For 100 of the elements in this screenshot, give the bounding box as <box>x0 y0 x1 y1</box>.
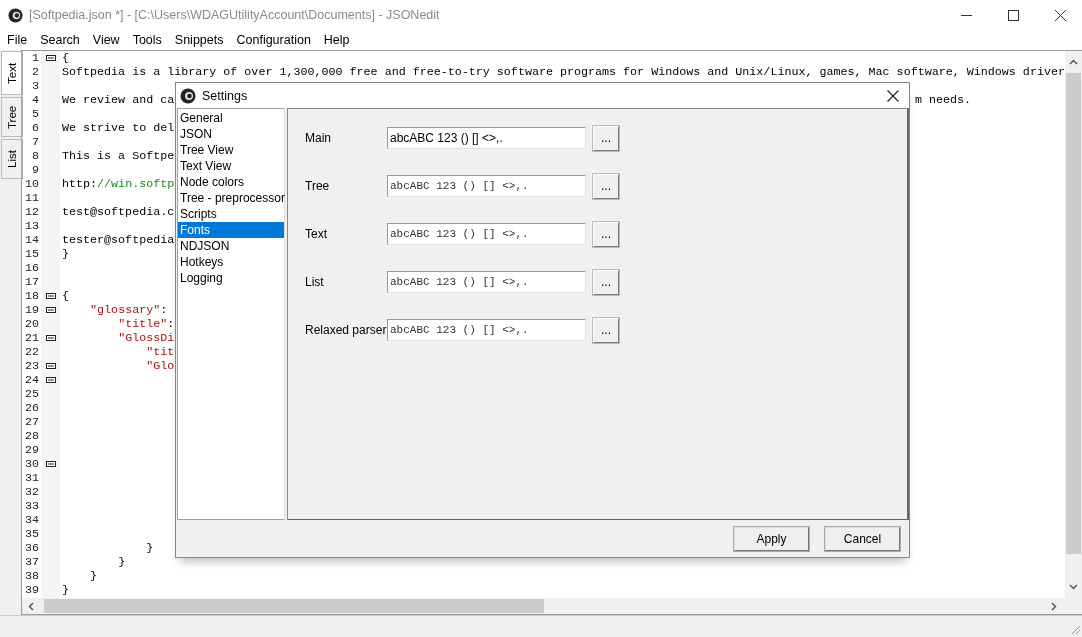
menu-item[interactable]: Snippets <box>174 33 224 47</box>
line-number: 13 <box>23 219 40 233</box>
url-text: //win.softp <box>97 177 175 191</box>
font-sample-field[interactable]: abcABC 123 () [] <>,. <box>387 319 586 341</box>
font-label: Main <box>305 131 332 145</box>
browse-button[interactable]: ... <box>593 173 619 199</box>
json-key: "title" <box>118 317 168 331</box>
line-number: 8 <box>31 149 40 163</box>
dialog-button[interactable]: Apply <box>734 526 809 551</box>
line-number: 29 <box>23 443 40 457</box>
line-number: 27 <box>23 415 40 429</box>
category-item[interactable]: Scripts <box>178 206 284 222</box>
category-item[interactable]: Hotkeys <box>178 254 284 270</box>
fold-icon[interactable] <box>45 307 56 313</box>
category-item[interactable]: General <box>178 110 284 126</box>
line-number: 23 <box>23 359 40 373</box>
line-number: 31 <box>23 471 40 485</box>
menu-item[interactable]: File <box>7 33 28 47</box>
view-tab[interactable]: Tree <box>1 97 23 137</box>
line-number: 35 <box>23 527 40 541</box>
line-number: 10 <box>23 177 40 191</box>
dialog-button[interactable]: Cancel <box>825 526 900 551</box>
scroll-thumb[interactable] <box>44 599 544 613</box>
json-key: "glossary" <box>90 303 161 317</box>
browse-button[interactable]: ... <box>593 269 619 295</box>
scroll-down-icon[interactable] <box>1069 584 1078 590</box>
browse-button[interactable]: ... <box>593 317 619 343</box>
menu-item[interactable]: Help <box>323 33 350 47</box>
line-number: 33 <box>23 499 40 513</box>
code-text: We strive to del <box>62 121 175 135</box>
code-text: } <box>146 541 154 555</box>
window-title: [Softpedia.json *] - [C:\Users\WDAGUtilityAccount\Documents] - JSONedit <box>29 8 440 22</box>
code-text: } <box>90 569 98 583</box>
line-number: 26 <box>23 401 40 415</box>
line-number: 34 <box>23 513 40 527</box>
line-number: 9 <box>31 163 40 177</box>
line-number: 4 <box>31 93 40 107</box>
category-item[interactable]: Node colors <box>178 174 284 190</box>
font-label: Relaxed parser <box>305 323 387 337</box>
code-text: } <box>62 583 69 597</box>
fold-icon[interactable] <box>45 55 56 61</box>
menu-item[interactable]: View <box>92 33 120 47</box>
menu-item[interactable]: Search <box>40 33 80 47</box>
category-item[interactable]: Fonts <box>178 222 284 238</box>
line-number: 2 <box>31 65 40 79</box>
line-number: 19 <box>23 303 40 317</box>
line-number: 11 <box>23 191 40 205</box>
font-sample-field[interactable]: abcABC 123 () [] <>,. <box>387 175 586 197</box>
code-text: } <box>62 247 69 261</box>
category-item[interactable]: NDJSON <box>178 238 284 254</box>
category-item[interactable]: Tree View <box>178 142 284 158</box>
line-number: 39 <box>23 583 40 597</box>
view-tab[interactable]: Text <box>1 51 23 95</box>
menu-item[interactable]: Tools <box>132 33 162 47</box>
view-tab[interactable]: List <box>1 139 23 179</box>
line-number: 6 <box>31 121 40 135</box>
line-number: 14 <box>23 233 40 247</box>
app-logo-icon <box>180 87 196 104</box>
font-label: Text <box>305 227 328 241</box>
code-text: : <box>167 317 175 331</box>
scroll-up-icon[interactable] <box>1069 59 1078 65</box>
category-item[interactable]: Logging <box>178 270 284 286</box>
code-text: : <box>160 303 168 317</box>
fold-icon[interactable] <box>45 363 56 369</box>
font-label: Tree <box>305 179 331 193</box>
browse-button[interactable]: ... <box>593 221 619 247</box>
category-item[interactable]: Tree - preprocessor <box>178 190 284 206</box>
fold-icon[interactable] <box>45 461 56 467</box>
code-text: tester@softpedia <box>62 233 175 247</box>
menu-item[interactable]: Configuration <box>236 33 311 47</box>
scroll-left-icon[interactable] <box>28 601 34 611</box>
line-number: 18 <box>23 289 40 303</box>
browse-button[interactable]: ... <box>593 125 619 151</box>
font-sample-field[interactable]: abcABC 123 () [] <>,. <box>387 223 586 245</box>
resize-grip-icon[interactable] <box>1071 625 1081 635</box>
maximize-icon[interactable] <box>1008 9 1019 21</box>
line-number: 20 <box>23 317 40 331</box>
json-key: "GlossDi <box>118 331 175 345</box>
line-number: 5 <box>31 107 40 121</box>
line-number: 16 <box>23 261 40 275</box>
json-key: "tit <box>146 345 175 359</box>
line-number: 30 <box>23 457 40 471</box>
line-number: 7 <box>31 135 40 149</box>
scroll-thumb[interactable] <box>1066 73 1081 554</box>
category-item[interactable]: JSON <box>178 126 284 142</box>
fold-icon[interactable] <box>45 377 56 383</box>
font-sample-field[interactable]: abcABC 123 () [] <>,. <box>387 271 586 293</box>
font-sample-field[interactable]: abcABC 123 () [] <>,. <box>387 127 586 149</box>
fold-icon[interactable] <box>45 335 56 341</box>
code-text: m needs. <box>915 93 972 107</box>
close-icon[interactable] <box>887 89 899 102</box>
line-number: 1 <box>31 51 40 65</box>
dialog-title: Settings <box>202 88 248 103</box>
category-item[interactable]: Text View <box>178 158 284 174</box>
close-icon[interactable] <box>1055 9 1066 21</box>
fold-icon[interactable] <box>45 293 56 299</box>
line-number: 12 <box>23 205 40 219</box>
code-text: http: <box>62 177 98 191</box>
line-number: 37 <box>23 555 40 569</box>
scroll-right-icon[interactable] <box>1051 601 1057 611</box>
